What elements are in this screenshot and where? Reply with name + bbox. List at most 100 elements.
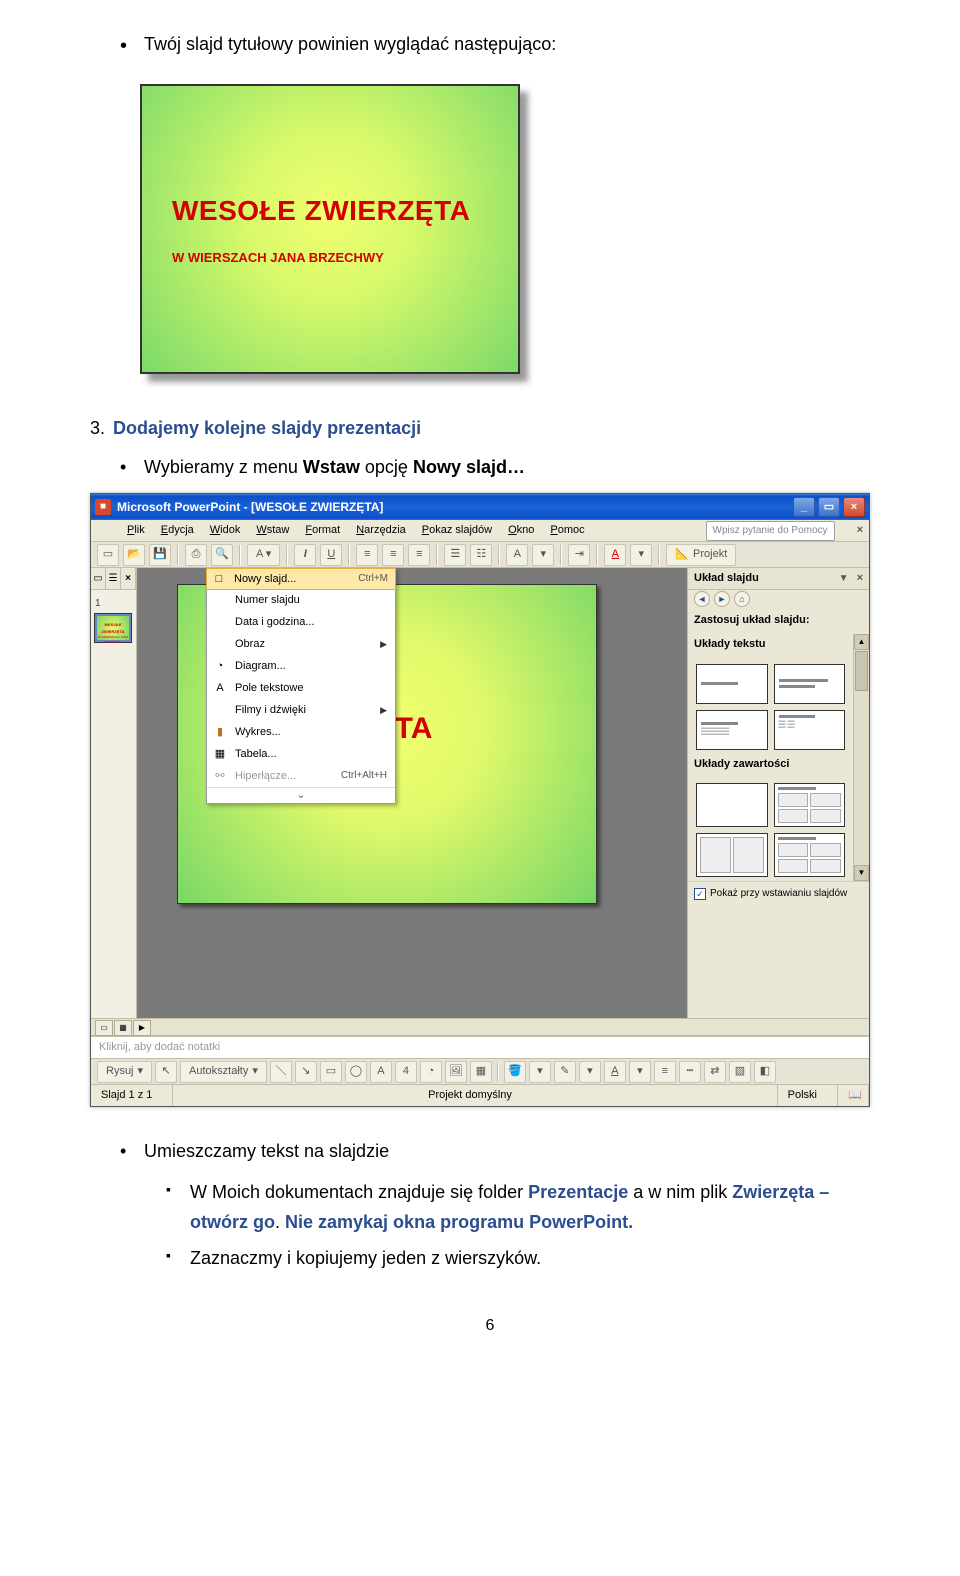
- status-bar: Slajd 1 z 1 Projekt domyślny Polski 📖: [91, 1084, 869, 1106]
- notes-area[interactable]: Kliknij, aby dodać notatki: [91, 1036, 869, 1058]
- task-pane-scrollbar[interactable]: ▲ ▼: [853, 634, 869, 881]
- scroll-thumb[interactable]: [855, 651, 868, 691]
- menu-okno[interactable]: Okno: [508, 522, 534, 540]
- align-center-icon[interactable]: ≡: [382, 544, 404, 566]
- font-more-icon[interactable]: ▾: [532, 544, 554, 566]
- layout-option[interactable]: [696, 783, 768, 827]
- nav-home-icon[interactable]: ⌂: [734, 591, 750, 607]
- align-left-icon[interactable]: ≡: [356, 544, 378, 566]
- font-grow-icon[interactable]: A: [506, 544, 528, 566]
- menu-item-movies-sounds[interactable]: Filmy i dźwięki▶: [207, 699, 395, 721]
- list-num-icon[interactable]: ☷: [470, 544, 492, 566]
- font-select[interactable]: A ▾: [247, 544, 280, 566]
- menu-format[interactable]: Format: [305, 522, 340, 540]
- menu-item-image[interactable]: Obraz▶: [207, 633, 395, 655]
- minimize-button[interactable]: _: [793, 497, 815, 517]
- maximize-button[interactable]: ▭: [818, 497, 840, 517]
- picture-icon[interactable]: ▦: [470, 1061, 492, 1083]
- close-button[interactable]: ×: [843, 497, 865, 517]
- menu-bar: Plik Edycja Widok Wstaw Format Narzędzia…: [91, 520, 869, 542]
- arrow-style-icon[interactable]: ⇄: [704, 1061, 726, 1083]
- menu-item-new-slide[interactable]: □ Nowy slajd... Ctrl+M: [206, 568, 396, 590]
- layout-option[interactable]: [774, 664, 846, 704]
- layout-option[interactable]: ════════════: [774, 710, 846, 750]
- design-button[interactable]: 📐 Projekt: [666, 544, 736, 566]
- open-icon[interactable]: 📂: [123, 544, 145, 566]
- help-search-box[interactable]: Wpisz pytanie do Pomocy: [706, 521, 835, 541]
- layout-option[interactable]: [774, 783, 846, 827]
- indent-icon[interactable]: ⇥: [568, 544, 590, 566]
- menu-item-table[interactable]: ▦Tabela...: [207, 743, 395, 765]
- list-icon[interactable]: ☰: [444, 544, 466, 566]
- font-color-draw-icon[interactable]: A: [604, 1061, 626, 1083]
- research-icon[interactable]: 🔍: [211, 544, 233, 566]
- oval-icon[interactable]: ◯: [345, 1061, 367, 1083]
- section-title: Dodajemy kolejne slajdy prezentacji: [113, 414, 421, 443]
- menu-item-diagram[interactable]: ◔Diagram...: [207, 655, 395, 677]
- menu-widok[interactable]: Widok: [210, 522, 241, 540]
- clipart-icon[interactable]: 🖼: [445, 1061, 467, 1083]
- autoshapes-menu[interactable]: Autokształty ▾: [180, 1061, 267, 1083]
- menu-plik[interactable]: Plik: [127, 522, 145, 540]
- dash-style-icon[interactable]: ┅: [679, 1061, 701, 1083]
- menu-narzedzia[interactable]: Narzędzia: [356, 522, 406, 540]
- 3d-icon[interactable]: ◧: [754, 1061, 776, 1083]
- sorter-view-icon[interactable]: ▦: [114, 1020, 132, 1036]
- thumb-number: 1: [95, 596, 132, 612]
- diagram-tool-icon[interactable]: ◔: [420, 1061, 442, 1083]
- help-close-icon[interactable]: ×: [857, 522, 863, 540]
- task-pane-dropdown-icon[interactable]: ▼: [839, 571, 849, 587]
- slideshow-view-icon[interactable]: ▶: [133, 1020, 151, 1036]
- outline-tab[interactable]: ▭: [91, 568, 106, 589]
- close-panel-icon[interactable]: ×: [121, 568, 136, 589]
- line-color-icon[interactable]: ✎: [554, 1061, 576, 1083]
- menu-edycja[interactable]: Edycja: [161, 522, 194, 540]
- menu-item-chart[interactable]: ▮Wykres...: [207, 721, 395, 743]
- line-style-icon[interactable]: ≡: [654, 1061, 676, 1083]
- textbox-tool-icon[interactable]: A: [370, 1061, 392, 1083]
- font-color-icon[interactable]: A: [604, 544, 626, 566]
- scroll-up-icon[interactable]: ▲: [854, 634, 869, 650]
- slides-tab[interactable]: ☰: [106, 568, 121, 589]
- menu-item-date-time[interactable]: Data i godzina...: [207, 611, 395, 633]
- menu-expand-icon[interactable]: ⌄: [207, 787, 395, 803]
- save-icon[interactable]: 💾: [149, 544, 171, 566]
- rect-icon[interactable]: ▭: [320, 1061, 342, 1083]
- menu-item-textbox[interactable]: APole tekstowe: [207, 677, 395, 699]
- show-on-insert-checkbox[interactable]: ✓ Pokaż przy wstawianiu slajdów: [688, 881, 869, 906]
- normal-view-icon[interactable]: ▭: [95, 1020, 113, 1036]
- slide-thumbnail-1[interactable]: WESOŁE ZWIERZĘTA W WIERSZACH JANA BRZECH…: [95, 614, 131, 642]
- fill-color-icon[interactable]: 🪣: [504, 1061, 526, 1083]
- task-pane-close-icon[interactable]: ×: [857, 570, 863, 588]
- menu-item-slide-number[interactable]: Numer slajdu: [207, 589, 395, 611]
- wordart-icon[interactable]: 4: [395, 1061, 417, 1083]
- select-icon[interactable]: ↖: [155, 1061, 177, 1083]
- font-dd-icon[interactable]: ▾: [629, 1061, 651, 1083]
- italic-icon[interactable]: I: [294, 544, 316, 566]
- layout-option[interactable]: ════════════════════════: [696, 710, 768, 750]
- font-color-dd-icon[interactable]: ▾: [630, 544, 652, 566]
- menu-wstaw[interactable]: Wstaw: [256, 522, 289, 540]
- bullet-place-text: Umieszczamy tekst na slajdzie: [120, 1137, 860, 1166]
- menu-pomoc[interactable]: Pomoc: [550, 522, 584, 540]
- scroll-down-icon[interactable]: ▼: [854, 865, 869, 881]
- layout-option[interactable]: [696, 664, 768, 704]
- print-icon[interactable]: ⎙: [185, 544, 207, 566]
- layout-option[interactable]: [696, 833, 768, 877]
- line-icon[interactable]: ＼: [270, 1061, 292, 1083]
- text-layouts-grid: ════════════════════════ ════════════: [688, 660, 853, 754]
- layout-option[interactable]: [774, 833, 846, 877]
- new-doc-icon[interactable]: ▭: [97, 544, 119, 566]
- nav-fwd-icon[interactable]: ►: [714, 591, 730, 607]
- fill-dd-icon[interactable]: ▾: [529, 1061, 551, 1083]
- shadow-icon[interactable]: ▨: [729, 1061, 751, 1083]
- underline-icon[interactable]: U: [320, 544, 342, 566]
- nav-back-icon[interactable]: ◄: [694, 591, 710, 607]
- status-spellcheck-icon[interactable]: 📖: [838, 1085, 869, 1106]
- menu-item-hyperlink[interactable]: ⚯Hiperłącze... Ctrl+Alt+H: [207, 765, 395, 787]
- menu-pokaz[interactable]: Pokaz slajdów: [422, 522, 492, 540]
- line-dd-icon[interactable]: ▾: [579, 1061, 601, 1083]
- align-right-icon[interactable]: ≡: [408, 544, 430, 566]
- draw-menu[interactable]: Rysuj ▾: [97, 1061, 152, 1083]
- arrow-icon[interactable]: ↘: [295, 1061, 317, 1083]
